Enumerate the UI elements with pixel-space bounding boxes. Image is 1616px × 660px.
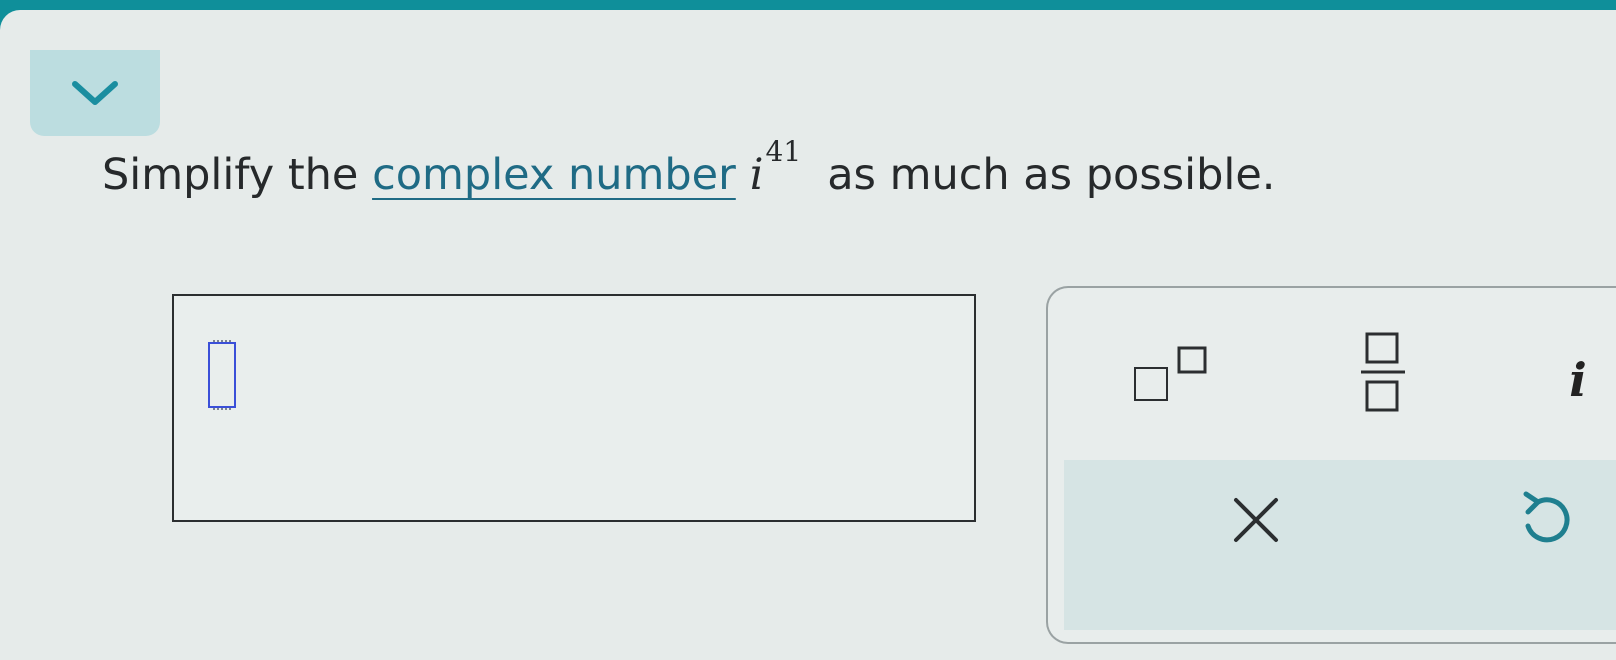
imaginary-i-label: i	[1569, 353, 1587, 407]
fraction-button[interactable]	[1328, 324, 1438, 420]
exponent-button[interactable]	[1118, 336, 1228, 416]
question-suffix: as much as possible.	[827, 150, 1276, 200]
undo-button[interactable]	[1498, 472, 1594, 568]
imaginary-i-button[interactable]: i	[1538, 340, 1616, 420]
fraction-template-icon	[1361, 332, 1405, 412]
clear-x-icon	[1234, 498, 1278, 542]
undo-icon	[1523, 491, 1570, 543]
complex-number-link[interactable]: complex number	[372, 150, 736, 200]
exponent-template-icon	[1134, 346, 1207, 401]
math-base: i	[749, 150, 764, 200]
math-exponent: 41	[765, 135, 802, 168]
answer-input[interactable]	[172, 294, 976, 522]
question-text: Simplify the complex number i41 as much as…	[102, 135, 1276, 200]
chevron-down-icon	[72, 81, 118, 105]
clear-button[interactable]	[1208, 472, 1304, 568]
collapse-button[interactable]	[30, 50, 160, 136]
math-keypad: i	[1046, 286, 1616, 644]
question-prefix: Simplify the	[102, 150, 373, 200]
input-cursor-placeholder	[208, 340, 236, 410]
